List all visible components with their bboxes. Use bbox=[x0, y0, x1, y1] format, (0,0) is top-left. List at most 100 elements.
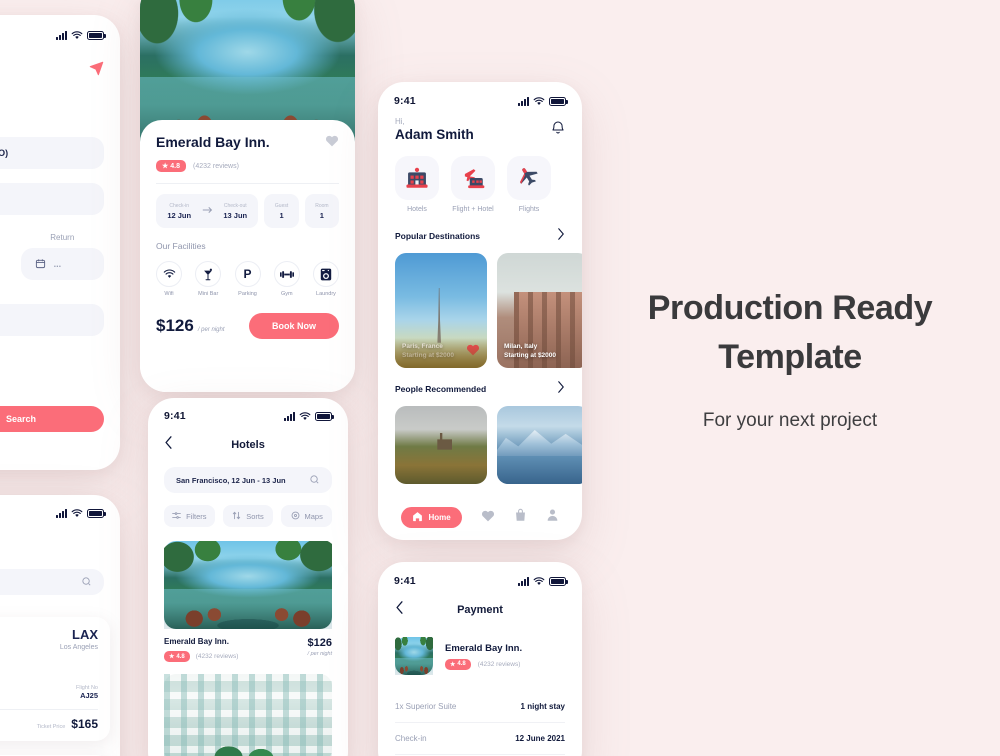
category-flights[interactable]: Flights bbox=[507, 156, 551, 213]
checkin-label: Check-in bbox=[169, 202, 190, 209]
tab-home[interactable]: Home bbox=[401, 507, 462, 528]
recommended-card-castle[interactable] bbox=[395, 406, 487, 484]
section-header-popular[interactable]: Popular Destinations bbox=[395, 227, 565, 245]
reviews-count: (4232 reviews) bbox=[195, 653, 239, 660]
star-icon: ★ bbox=[162, 163, 169, 170]
section-header-recommended[interactable]: People Recommended bbox=[395, 380, 565, 398]
headline-line-1: Production Ready bbox=[647, 289, 933, 327]
destination-title: Paris, France bbox=[402, 343, 443, 351]
ticket-price-value: $165 bbox=[71, 717, 98, 731]
chevron-right-icon[interactable] bbox=[557, 227, 565, 245]
user-name: Adam Smith bbox=[395, 127, 474, 142]
hotel-price-unit: / per night bbox=[307, 651, 332, 657]
heart-icon[interactable] bbox=[466, 343, 480, 361]
list-item[interactable] bbox=[164, 674, 332, 756]
battery-icon bbox=[549, 577, 568, 586]
category-label: Flight + Hotel bbox=[452, 206, 494, 213]
flight-card[interactable]: AirAsia LAX Los Angeles h 45m, 8:25 AM bbox=[0, 617, 110, 741]
price-unit: / per night bbox=[197, 327, 225, 333]
tab-profile[interactable] bbox=[546, 508, 559, 527]
return-date-field[interactable]: ... bbox=[20, 248, 104, 280]
facility-item-gym[interactable]: Gym bbox=[273, 261, 300, 297]
hotel-thumbnail bbox=[164, 674, 332, 756]
rating-value: 4.8 bbox=[457, 661, 466, 667]
row-key: Check-in bbox=[395, 734, 427, 743]
hotel-name: Emerald Bay Inn. bbox=[156, 134, 270, 150]
guest-label: Guest bbox=[274, 202, 289, 209]
payment-row-suite: 1x Superior Suite 1 night stay bbox=[395, 691, 565, 723]
search-icon[interactable] bbox=[309, 474, 320, 487]
destination-card-milan[interactable]: Milan, Italy Starting at $2000 bbox=[497, 253, 582, 368]
signal-icon bbox=[284, 411, 295, 421]
destination-card-paris[interactable]: Paris, France Starting at $2000 bbox=[395, 253, 487, 368]
page-title: Payment bbox=[457, 604, 503, 616]
chevron-right-icon[interactable] bbox=[557, 380, 565, 398]
category-hotels[interactable]: Hotels bbox=[395, 156, 439, 213]
hotels-search-value: San Francisco, 12 Jun - 13 Jun bbox=[176, 475, 286, 485]
hotels-search-field[interactable]: San Francisco, 12 Jun - 13 Jun bbox=[164, 467, 332, 493]
payment-screen: 9:41 Payment Emerald Bay Inn. ★ 4.8 (423… bbox=[378, 562, 582, 756]
return-date-value: ... bbox=[53, 259, 62, 269]
section-title: Popular Destinations bbox=[395, 231, 481, 241]
wifi-icon bbox=[533, 576, 545, 586]
marketing-copy: Production Ready Template For your next … bbox=[600, 284, 980, 432]
signal-icon bbox=[518, 576, 529, 586]
battery-icon bbox=[87, 509, 106, 518]
facility-item-minibar[interactable]: Mini Bar bbox=[195, 261, 222, 297]
destination-subtitle: Starting at $2000 bbox=[402, 352, 455, 360]
home-screen: 9:41 Hi, Adam Smith Hotels Flight + Hote… bbox=[378, 82, 582, 540]
bottom-tab-bar: Home bbox=[378, 507, 582, 528]
signal-icon bbox=[56, 30, 67, 40]
rating-value: 4.8 bbox=[176, 653, 185, 660]
maps-button[interactable]: Maps bbox=[281, 505, 333, 527]
destination-field[interactable]: USA (LAX) bbox=[0, 183, 104, 215]
send-location-icon[interactable] bbox=[89, 61, 104, 81]
row-value: 12 June 2021 bbox=[515, 734, 565, 743]
category-label: Flights bbox=[518, 206, 540, 213]
book-now-button[interactable]: Book Now bbox=[249, 313, 339, 339]
wifi-icon bbox=[71, 508, 83, 518]
recommended-card-mountain[interactable] bbox=[497, 406, 582, 484]
room-label: Room bbox=[315, 202, 329, 209]
filters-button[interactable]: Filters bbox=[164, 505, 215, 527]
heart-icon[interactable] bbox=[325, 134, 339, 152]
hotel-building-icon bbox=[395, 156, 439, 200]
filters-icon bbox=[172, 511, 181, 522]
guest-chip[interactable]: Guest 1 bbox=[264, 194, 299, 228]
status-bar: 9:41 bbox=[378, 82, 582, 107]
stay-dates-chip[interactable]: Check-in 12 Jun Check-out 13 Jun bbox=[156, 194, 259, 228]
facility-item-laundry[interactable]: Laundry bbox=[313, 261, 339, 297]
flight-search-field[interactable]: Jun - 21 Jun bbox=[0, 569, 104, 595]
tab-favorites[interactable] bbox=[481, 509, 495, 527]
origin-field[interactable]: o, USA (SFO) bbox=[0, 137, 104, 169]
subheadline: For your next project bbox=[702, 409, 878, 431]
cabin-class-field[interactable]: Economy bbox=[0, 304, 104, 336]
room-chip[interactable]: Room 1 bbox=[304, 194, 340, 228]
facility-label: Wifi bbox=[164, 291, 174, 297]
washing-machine-icon bbox=[313, 261, 339, 287]
sorts-button[interactable]: Sorts bbox=[222, 505, 274, 527]
home-icon bbox=[412, 511, 423, 524]
parking-p-icon: P bbox=[234, 261, 261, 287]
search-button[interactable]: Search bbox=[0, 406, 104, 432]
facility-label: Laundry bbox=[316, 291, 336, 297]
filters-label: Filters bbox=[186, 511, 207, 521]
hotel-detail-sheet: Emerald Bay Inn. ★ 4.8 (4232 reviews) Ch… bbox=[140, 120, 355, 392]
checkout-label: Check-out bbox=[223, 202, 247, 209]
return-label: Return bbox=[50, 233, 75, 242]
page-title: Hotels bbox=[231, 439, 265, 451]
tab-bag[interactable] bbox=[514, 508, 527, 527]
checkin-value: 12 Jun bbox=[167, 210, 192, 220]
airport-city: Los Angeles bbox=[59, 644, 98, 651]
category-flight-hotel[interactable]: Flight + Hotel bbox=[451, 156, 495, 213]
facility-item-parking[interactable]: P Parking bbox=[234, 261, 261, 297]
list-item[interactable]: Emerald Bay Inn. ★ 4.8 (4232 reviews) $1… bbox=[164, 541, 332, 662]
search-icon[interactable] bbox=[81, 576, 92, 589]
facility-label: Parking bbox=[238, 291, 257, 297]
bell-icon[interactable] bbox=[551, 120, 565, 140]
payment-hotel-summary: Emerald Bay Inn. ★ 4.8 (4232 reviews) bbox=[395, 637, 565, 675]
facility-item-wifi[interactable]: Wifi bbox=[156, 261, 182, 297]
flight-no-value: AJ25 bbox=[80, 691, 98, 700]
arrow-right-icon bbox=[202, 206, 213, 216]
battery-icon bbox=[87, 31, 106, 40]
